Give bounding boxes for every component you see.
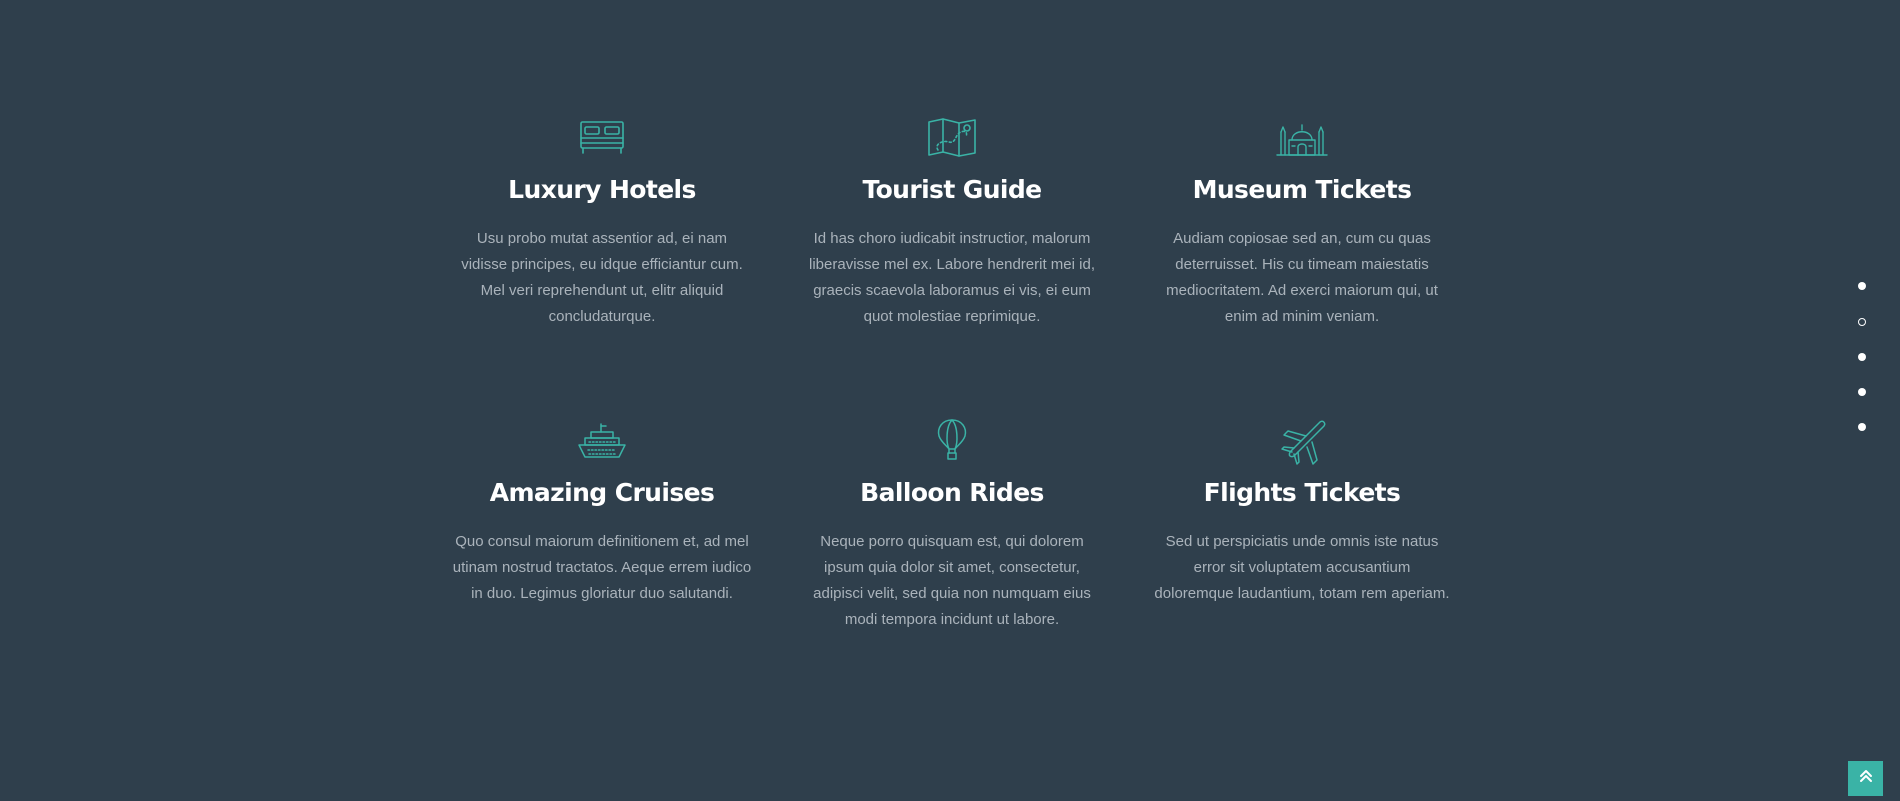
feature-description: Sed ut perspiciatis unde omnis iste natu… (1154, 533, 1450, 602)
section-nav-dot-active[interactable] (1858, 318, 1866, 326)
bed-icon (552, 107, 652, 167)
airplane-icon (1252, 410, 1352, 470)
feature-description: Quo consul maiorum definitionem et, ad m… (452, 533, 752, 602)
back-to-top-button[interactable] (1848, 761, 1883, 796)
feature-title: Balloon Rides (860, 478, 1044, 507)
feature-description: Neque porro quisquam est, qui dolorem ip… (813, 533, 1091, 628)
section-nav-dot[interactable] (1858, 282, 1866, 290)
map-icon (902, 107, 1002, 167)
feature-title: Amazing Cruises (489, 478, 715, 507)
cruise-ship-icon (552, 410, 652, 470)
double-chevron-up-icon (1858, 768, 1874, 789)
section-nav-dot[interactable] (1858, 423, 1866, 431)
feature-title: Tourist Guide (862, 175, 1042, 204)
feature-title: Flights Tickets (1203, 478, 1401, 507)
services-section: Luxury Hotels Usu probo mutat assentior … (0, 0, 1900, 801)
hot-air-balloon-icon (902, 410, 1002, 470)
feature-description: Audiam copiosae sed an, cum cu quas dete… (1166, 230, 1438, 325)
section-nav-dot[interactable] (1858, 353, 1866, 361)
feature-title: Luxury Hotels (508, 175, 696, 204)
feature-description: Usu probo mutat assentior ad, ei nam vid… (461, 230, 743, 325)
feature-description: Id has choro iudicabit instructior, malo… (809, 230, 1095, 325)
mosque-icon (1252, 107, 1352, 167)
feature-title: Museum Tickets (1192, 175, 1412, 204)
section-nav-dot[interactable] (1858, 388, 1866, 396)
